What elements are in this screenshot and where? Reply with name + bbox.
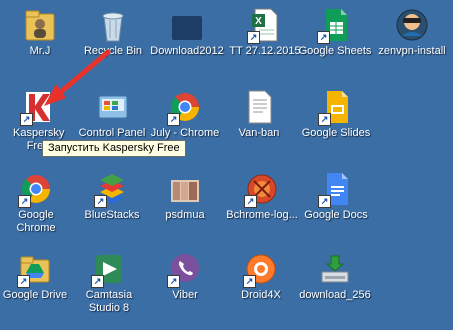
icon-label: BlueStacks: [84, 209, 140, 221]
svg-text:X: X: [255, 16, 262, 27]
kaspersky-icon: ↗: [20, 88, 56, 126]
desktop-icon-recycle-bin[interactable]: Recycle Bin: [73, 6, 153, 58]
icon-label: download_256: [299, 289, 371, 301]
icon-label: July - Chrome: [150, 127, 220, 139]
desktop-icon-google-drive[interactable]: ↗ Google Drive: [0, 250, 75, 302]
recycle-bin-icon: [95, 6, 131, 44]
icon-label: Droid4X: [241, 289, 281, 301]
desktop-icon-google-chrome[interactable]: ↗ Google Chrome: [0, 170, 76, 235]
desktop-icon-van-ban[interactable]: Van-ban: [219, 88, 299, 140]
google-docs-icon: ↗: [318, 170, 354, 208]
icon-label: Google Sheets: [298, 45, 372, 57]
folder-icon: [169, 6, 205, 44]
shortcut-arrow-icon: ↗: [18, 195, 31, 208]
desktop-icon-viber[interactable]: ↗ Viber: [145, 250, 225, 302]
icon-label: Google Drive: [2, 289, 68, 301]
bluestacks-icon: ↗: [94, 170, 130, 208]
shortcut-arrow-icon: ↗: [91, 275, 104, 288]
icon-label: Bchrome-log...: [226, 209, 298, 221]
chrome-icon: ↗: [167, 88, 203, 126]
desktop-icon-mr-j[interactable]: Mr.J: [0, 6, 80, 58]
icon-label: Van-ban: [238, 127, 280, 139]
icon-label: Recycle Bin: [83, 45, 143, 57]
droid4x-icon: ↗: [243, 250, 279, 288]
icon-label: Viber: [172, 289, 198, 301]
download-drive-icon: [317, 250, 353, 288]
desktop-icon-tt-27-12-2015[interactable]: X ↗ TT 27.12.2015: [225, 6, 305, 58]
icon-label: Control Panel: [78, 127, 146, 139]
control-panel-icon: [94, 88, 130, 126]
desktop-icon-july-chrome[interactable]: ↗ July - Chrome: [145, 88, 225, 140]
desktop-icon-bluestacks[interactable]: ↗ BlueStacks: [72, 170, 152, 222]
icon-label: TT 27.12.2015: [229, 45, 301, 57]
desktop-icon-zenvpn-install[interactable]: zenvpn-install: [372, 6, 452, 58]
user-folder-icon: [22, 6, 58, 44]
icon-label: Google Docs: [304, 209, 368, 221]
kaspersky-tooltip: Запустить Kaspersky Free: [42, 140, 186, 157]
desktop-icon-google-sheets[interactable]: ↗ Google Sheets: [295, 6, 375, 58]
google-sheets-icon: ↗: [317, 6, 353, 44]
shortcut-arrow-icon: ↗: [247, 31, 260, 44]
icon-label: Mr.J: [29, 45, 51, 57]
icon-label: Google Slides: [301, 127, 371, 139]
viber-icon: ↗: [167, 250, 203, 288]
desktop-icon-droid4x[interactable]: ↗ Droid4X: [221, 250, 301, 302]
excel-file-icon: X ↗: [247, 6, 283, 44]
desktop-icon-download-256[interactable]: download_256: [295, 250, 375, 302]
shortcut-arrow-icon: ↗: [94, 195, 107, 208]
shortcut-arrow-icon: ↗: [318, 195, 331, 208]
shortcut-arrow-icon: ↗: [317, 31, 330, 44]
text-document-icon: [241, 88, 277, 126]
google-slides-icon: ↗: [318, 88, 354, 126]
desktop-icon-control-panel[interactable]: Control Panel: [72, 88, 152, 140]
icon-label: Camtasia Studio 8: [85, 289, 133, 314]
shortcut-arrow-icon: ↗: [17, 275, 30, 288]
icon-label: Download2012: [150, 45, 224, 57]
google-drive-folder-icon: ↗: [17, 250, 53, 288]
bchrome-icon: ↗: [244, 170, 280, 208]
desktop-icon-google-slides[interactable]: ↗ Google Slides: [296, 88, 376, 140]
shortcut-arrow-icon: ↗: [20, 113, 33, 126]
icon-label: zenvpn-install: [378, 45, 446, 57]
shortcut-arrow-icon: ↗: [318, 113, 331, 126]
zenvpn-icon: [394, 6, 430, 44]
shortcut-arrow-icon: ↗: [243, 275, 256, 288]
camtasia-icon: ↗: [91, 250, 127, 288]
shortcut-arrow-icon: ↗: [167, 113, 180, 126]
chrome-icon: ↗: [18, 170, 54, 208]
desktop-icon-download2012[interactable]: Download2012: [147, 6, 227, 58]
shortcut-arrow-icon: ↗: [167, 275, 180, 288]
image-folder-icon: [167, 170, 203, 208]
desktop-icon-google-docs[interactable]: ↗ Google Docs: [296, 170, 376, 222]
icon-label: psdmua: [165, 209, 205, 221]
shortcut-arrow-icon: ↗: [244, 195, 257, 208]
desktop-icon-bchrome-log[interactable]: ↗ Bchrome-log...: [222, 170, 302, 222]
desktop-icon-camtasia-studio-8[interactable]: ↗ Camtasia Studio 8: [69, 250, 149, 315]
desktop-icon-psdmua[interactable]: psdmua: [145, 170, 225, 222]
icon-label: Google Chrome: [16, 209, 56, 234]
